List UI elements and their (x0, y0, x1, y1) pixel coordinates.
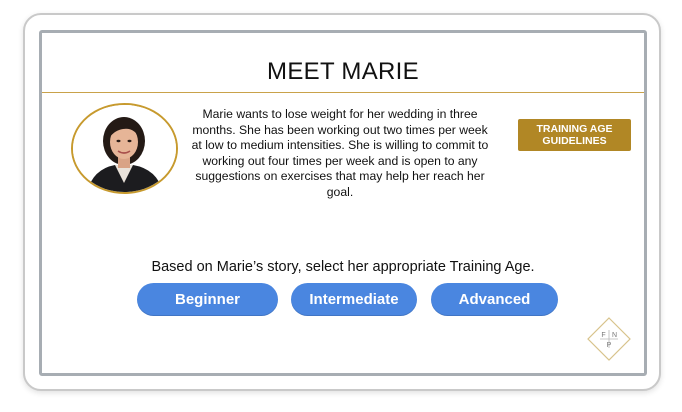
logo-letter-f: F (601, 332, 605, 339)
guidelines-button-label: TRAINING AGE GUIDELINES (536, 123, 613, 147)
beginner-button[interactable]: Beginner (137, 283, 278, 316)
training-age-guidelines-button[interactable]: TRAINING AGE GUIDELINES (518, 119, 631, 151)
advanced-button[interactable]: Advanced (431, 283, 558, 316)
title-divider (42, 92, 644, 93)
intermediate-button[interactable]: Intermediate (291, 283, 417, 316)
question-prompt: Based on Marie’s story, select her appro… (151, 259, 535, 275)
story-text: Marie wants to lose weight for her weddi… (191, 107, 489, 199)
logo-letter-n: N (612, 332, 617, 339)
page-title: MEET MARIE (267, 58, 419, 85)
content-panel: MEET MARIE Marie wants to lose weight fo… (39, 30, 647, 376)
portrait-icon (73, 105, 176, 192)
fnp-logo-icon: F N P (587, 317, 631, 361)
avatar (71, 103, 178, 194)
logo-letter-p: P (607, 342, 612, 349)
